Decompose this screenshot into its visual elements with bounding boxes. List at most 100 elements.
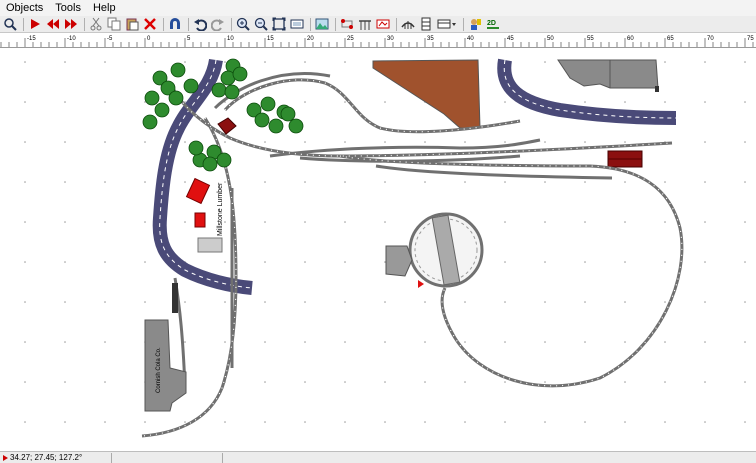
track-layout[interactable]: Millstone Lumber Cornish Cola Co.	[0, 48, 756, 451]
run-icon[interactable]	[27, 17, 43, 32]
grid-dot	[464, 141, 466, 143]
grid-dot	[264, 181, 266, 183]
grid-dot	[544, 61, 546, 63]
tree[interactable]	[232, 66, 248, 82]
tree[interactable]	[168, 90, 184, 106]
grid-dot	[584, 341, 586, 343]
undo-icon[interactable]	[192, 17, 208, 32]
rewind-icon[interactable]	[45, 17, 61, 32]
fast-forward-icon[interactable]	[63, 17, 79, 32]
tree[interactable]	[170, 62, 186, 78]
tree[interactable]	[288, 118, 304, 134]
bridge-icon[interactable]	[357, 17, 373, 32]
engine-house[interactable]	[385, 245, 413, 277]
trestle-icon[interactable]	[400, 17, 416, 32]
grid-dot	[584, 181, 586, 183]
tree[interactable]	[280, 106, 296, 122]
zoom-page-icon[interactable]	[289, 17, 305, 32]
menu-help[interactable]: Help	[87, 0, 122, 16]
grid-dot	[504, 221, 506, 223]
ruler-label: 15	[267, 36, 274, 42]
tree[interactable]	[268, 118, 284, 134]
magnet-icon[interactable]	[167, 17, 183, 32]
cola-building[interactable]	[144, 319, 187, 412]
tree[interactable]	[202, 156, 218, 172]
layout-canvas[interactable]: Millstone Lumber Cornish Cola Co.	[0, 48, 756, 451]
grid-dot	[544, 261, 546, 263]
view-2d-icon[interactable]: 2D	[485, 17, 501, 32]
grid-dot	[24, 101, 26, 103]
tree[interactable]	[144, 90, 160, 106]
tree[interactable]	[260, 96, 276, 112]
delete-icon[interactable]	[142, 17, 158, 32]
grid-dot	[504, 381, 506, 383]
grid-dot	[624, 301, 626, 303]
car-dropdown-icon[interactable]	[436, 17, 458, 32]
terrain-icon[interactable]	[375, 17, 391, 32]
menu-tools[interactable]: Tools	[49, 0, 87, 16]
grid-dot	[64, 261, 66, 263]
grid-dot	[24, 421, 26, 423]
tree[interactable]	[183, 78, 199, 94]
tree[interactable]	[216, 152, 232, 168]
ruler-label: -5	[107, 36, 113, 42]
zoom-select-icon[interactable]	[2, 17, 18, 32]
grid-dot	[464, 181, 466, 183]
grid-dot	[664, 61, 666, 63]
label-cornish-cola: Cornish Cola Co.	[156, 347, 162, 393]
grid-dot	[384, 101, 386, 103]
copy-icon[interactable]	[106, 17, 122, 32]
grid-dot	[384, 141, 386, 143]
grid-dot	[504, 101, 506, 103]
landscape-icon[interactable]	[314, 17, 330, 32]
toolbar-separator	[335, 17, 336, 31]
paste-icon[interactable]	[124, 17, 140, 32]
grid-dot	[104, 341, 106, 343]
grid-dot	[704, 421, 706, 423]
zoom-in-icon[interactable]	[235, 17, 251, 32]
grid-dot	[184, 301, 186, 303]
grid-dot	[704, 341, 706, 343]
grid-dot	[344, 221, 346, 223]
ruler-label: 65	[667, 36, 674, 42]
tree[interactable]	[211, 82, 227, 98]
zoom-out-icon[interactable]	[253, 17, 269, 32]
driver-icon[interactable]	[467, 17, 483, 32]
track-connect-icon[interactable]	[339, 17, 355, 32]
grid-dot	[304, 341, 306, 343]
status-coords: 34.27; 27.45; 127.2°	[10, 452, 83, 462]
building-brown[interactable]	[372, 59, 481, 129]
red-building-2[interactable]	[194, 212, 206, 228]
grid-dot	[624, 421, 626, 423]
grid-dot	[384, 181, 386, 183]
tree[interactable]	[188, 140, 204, 156]
grid-dot	[584, 101, 586, 103]
signal-icon[interactable]	[418, 17, 434, 32]
building-gray-top[interactable]	[557, 59, 659, 89]
tree[interactable]	[142, 114, 158, 130]
grid-dot	[384, 381, 386, 383]
ruler-label: 25	[347, 36, 354, 42]
train-car[interactable]	[172, 283, 178, 313]
toolbar-separator	[188, 17, 189, 31]
grid-dot	[224, 141, 226, 143]
cut-icon[interactable]	[88, 17, 104, 32]
tree[interactable]	[254, 112, 270, 128]
grid-dot	[304, 381, 306, 383]
grid-dot	[304, 421, 306, 423]
lumber-shed[interactable]	[197, 237, 223, 253]
menu-objects[interactable]: Objects	[0, 0, 49, 16]
turntable-marker	[418, 280, 424, 288]
tree[interactable]	[154, 102, 170, 118]
grid-dot	[64, 221, 66, 223]
grid-dot	[424, 381, 426, 383]
ruler-label: 55	[587, 36, 594, 42]
grid-dot	[304, 61, 306, 63]
tree[interactable]	[224, 84, 240, 100]
zoom-fit-icon[interactable]	[271, 17, 287, 32]
grid-dot	[64, 421, 66, 423]
grid-dot	[504, 341, 506, 343]
redo-icon[interactable]	[210, 17, 226, 32]
grid-dot	[504, 261, 506, 263]
red-building-1[interactable]	[185, 177, 211, 205]
